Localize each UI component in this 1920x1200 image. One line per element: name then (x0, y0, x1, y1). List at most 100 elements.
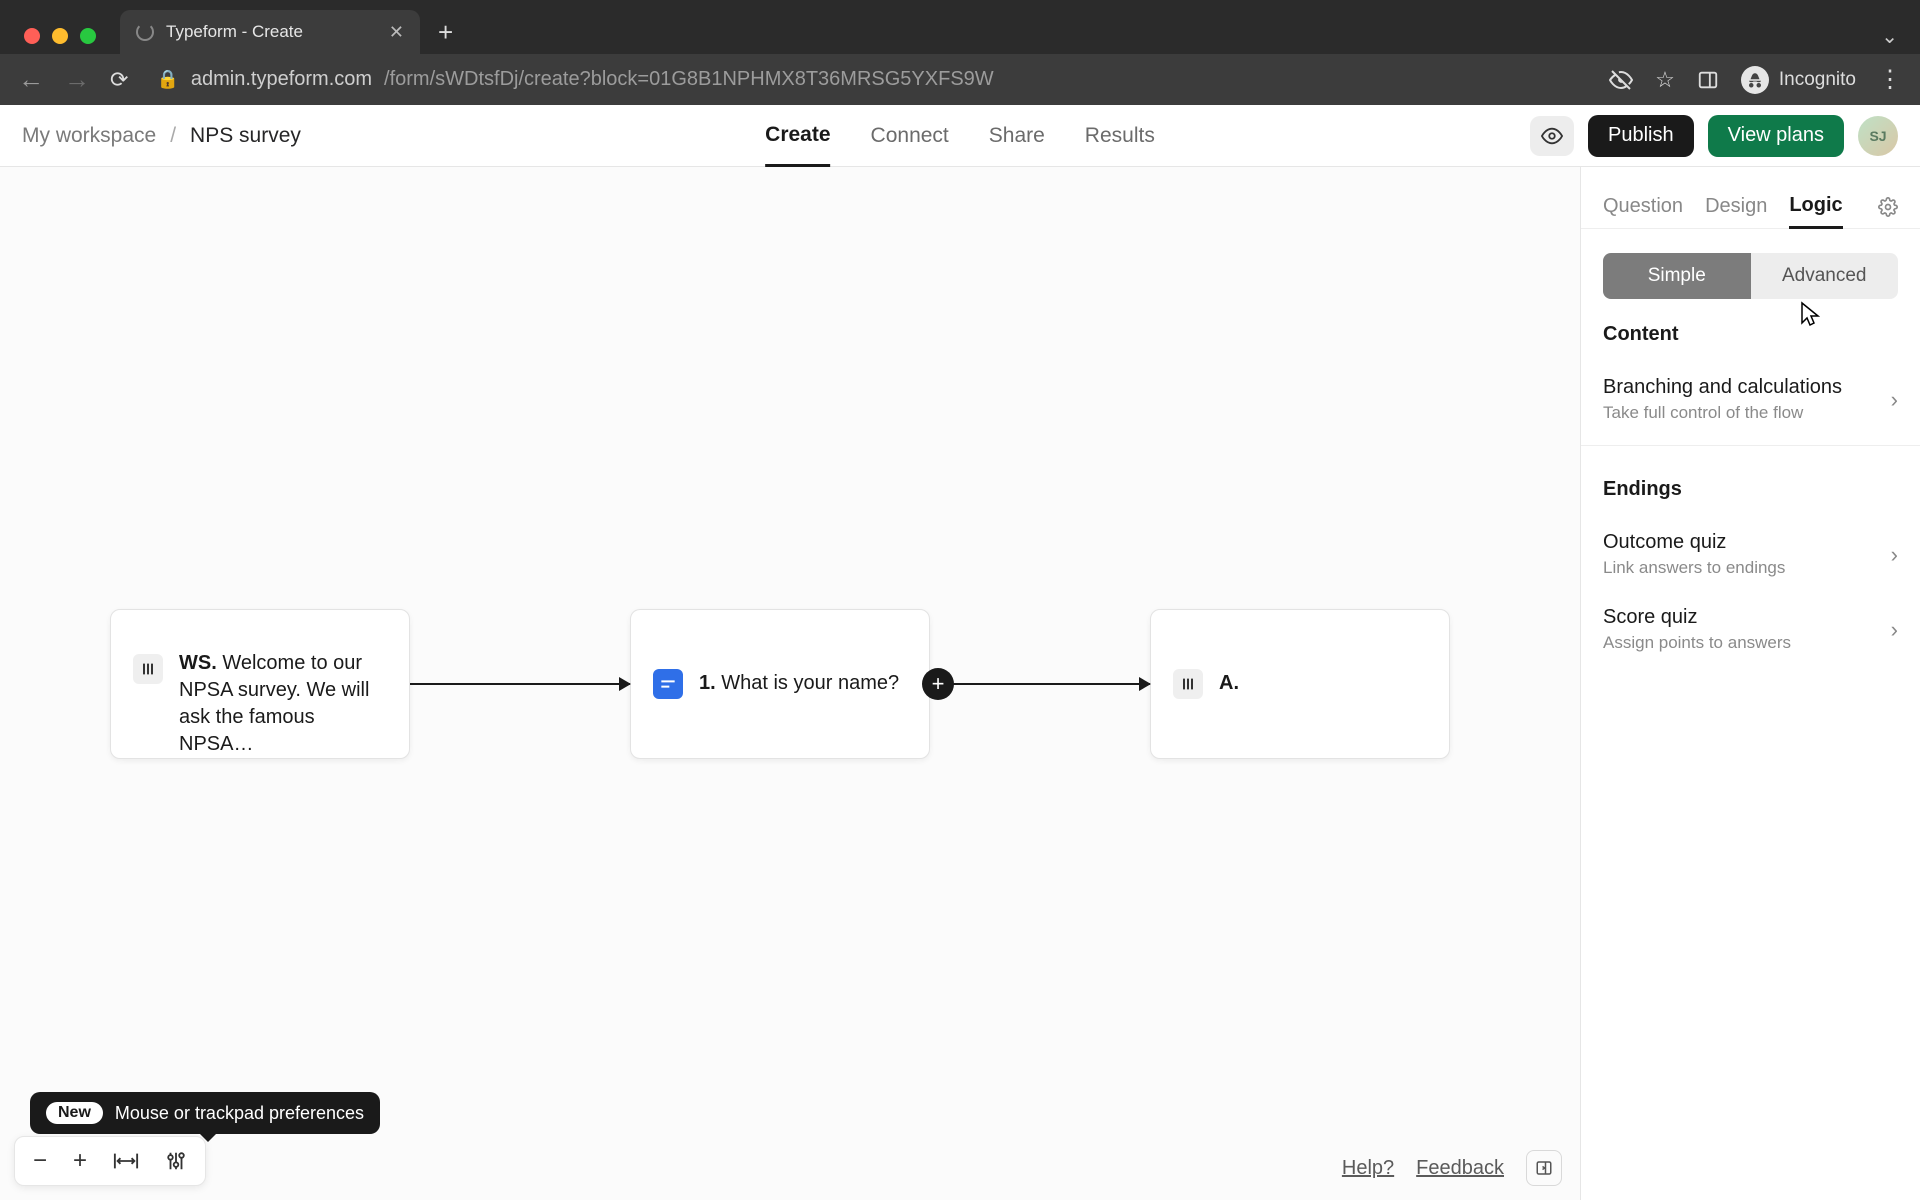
welcome-prefix: WS. (179, 652, 217, 674)
eye-off-icon[interactable] (1609, 68, 1633, 92)
incognito-icon (1741, 66, 1769, 94)
reload-icon[interactable]: ⟳ (110, 67, 128, 93)
panel-section-endings: Endings (1581, 454, 1920, 517)
help-link[interactable]: Help? (1342, 1157, 1394, 1180)
short-text-icon (653, 669, 683, 699)
window-fullscreen-icon[interactable] (80, 28, 96, 44)
tab-strip: Typeform - Create ✕ + (120, 10, 453, 54)
row-branching[interactable]: Branching and calculations Take full con… (1581, 362, 1920, 437)
panel-settings-button[interactable] (1878, 197, 1898, 217)
preview-button[interactable] (1530, 116, 1574, 156)
address-row: ← → ⟳ 🔒 admin.typeform.com/form/sWDtsfDj… (0, 54, 1920, 105)
browser-tab[interactable]: Typeform - Create ✕ (120, 10, 420, 54)
zoom-in-button[interactable]: + (73, 1147, 87, 1175)
window-controls (24, 28, 96, 44)
incognito-label: Incognito (1779, 69, 1856, 91)
ending-prefix: A. (1219, 672, 1239, 694)
fit-width-button[interactable] (113, 1151, 139, 1171)
view-plans-button[interactable]: View plans (1708, 115, 1844, 157)
tooltip-text: Mouse or trackpad preferences (115, 1103, 364, 1124)
browser-menu-icon[interactable]: ⋮ (1878, 65, 1902, 94)
flow-node-welcome[interactable]: WS. Welcome to our NPSA survey. We will … (110, 609, 410, 759)
question-prefix: 1. (699, 672, 716, 694)
ending-icon (1173, 669, 1203, 699)
incognito-indicator[interactable]: Incognito (1741, 66, 1856, 94)
question-text: What is your name? (721, 672, 899, 694)
panel-tab-question[interactable]: Question (1603, 185, 1683, 229)
browser-chrome: Typeform - Create ✕ + ⌄ ← → ⟳ 🔒 admin.ty… (0, 0, 1920, 105)
flow-node-ending[interactable]: A. (1150, 609, 1450, 759)
preferences-button[interactable] (165, 1150, 187, 1172)
url-host: admin.typeform.com (191, 68, 372, 91)
chevron-right-icon: › (1891, 542, 1898, 568)
right-panel: Question Design Logic Simple Advanced Co… (1580, 167, 1920, 1200)
main-layout: WS. Welcome to our NPSA survey. We will … (0, 167, 1920, 1200)
chevron-right-icon: › (1891, 617, 1898, 643)
logic-canvas[interactable]: WS. Welcome to our NPSA survey. We will … (0, 167, 1580, 1200)
tab-results[interactable]: Results (1085, 105, 1155, 167)
canvas-footer: Help? Feedback (1342, 1150, 1562, 1186)
app-root: My workspace / NPS survey Create Connect… (0, 105, 1920, 1200)
nav-back-icon[interactable]: ← (18, 64, 44, 95)
flow-node-question-1[interactable]: 1. What is your name? (630, 609, 930, 759)
welcome-node-text: WS. Welcome to our NPSA survey. We will … (179, 650, 387, 758)
header-right: Publish View plans SJ (1530, 115, 1898, 157)
url-path: /form/sWDtsfDj/create?block=01G8B1NPHMX8… (384, 68, 994, 91)
branching-sub: Take full control of the flow (1603, 403, 1842, 423)
collapse-panel-button[interactable] (1526, 1150, 1562, 1186)
zoom-out-button[interactable]: − (33, 1147, 47, 1175)
chrome-right-controls: ☆ Incognito ⋮ (1609, 65, 1902, 94)
tab-share[interactable]: Share (989, 105, 1045, 167)
question-node-text: 1. What is your name? (699, 670, 899, 697)
nav-forward-icon[interactable]: → (64, 64, 90, 95)
segment-simple[interactable]: Simple (1603, 253, 1751, 299)
breadcrumb-separator: / (170, 124, 176, 148)
outcome-title: Outcome quiz (1603, 531, 1785, 554)
lock-icon: 🔒 (156, 69, 178, 90)
loading-spinner-icon (136, 23, 154, 41)
window-close-icon[interactable] (24, 28, 40, 44)
panel-tab-logic[interactable]: Logic (1789, 185, 1842, 229)
welcome-screen-icon (133, 654, 163, 684)
address-bar[interactable]: 🔒 admin.typeform.com/form/sWDtsfDj/creat… (156, 68, 993, 91)
section-content-title: Content (1603, 323, 1898, 346)
add-block-button[interactable]: + (922, 668, 954, 700)
flow-connector (410, 683, 630, 685)
outcome-sub: Link answers to endings (1603, 558, 1785, 578)
tooltip-badge: New (46, 1102, 103, 1124)
tab-close-icon[interactable]: ✕ (389, 22, 404, 43)
panel-icon[interactable] (1697, 69, 1719, 91)
flow-connector (930, 683, 1150, 685)
publish-button[interactable]: Publish (1588, 115, 1694, 157)
chevron-right-icon: › (1891, 387, 1898, 413)
tab-create[interactable]: Create (765, 105, 830, 167)
panel-tabs: Question Design Logic (1581, 167, 1920, 229)
eye-icon (1541, 125, 1563, 147)
zoom-toolbar: − + (14, 1136, 206, 1186)
main-tabs: Create Connect Share Results (765, 105, 1155, 167)
chrome-expand-icon[interactable]: ⌄ (1881, 24, 1898, 49)
row-score-quiz[interactable]: Score quiz Assign points to answers › (1581, 592, 1920, 667)
section-endings-title: Endings (1603, 478, 1898, 501)
breadcrumb-form-name[interactable]: NPS survey (190, 124, 301, 148)
feedback-link[interactable]: Feedback (1416, 1157, 1504, 1180)
score-sub: Assign points to answers (1603, 633, 1791, 653)
branching-title: Branching and calculations (1603, 376, 1842, 399)
new-tab-button[interactable]: + (438, 17, 453, 48)
flow-row: WS. Welcome to our NPSA survey. We will … (110, 609, 1450, 759)
panel-section-content: Content (1581, 299, 1920, 362)
segment-advanced[interactable]: Advanced (1751, 253, 1899, 299)
divider (1581, 445, 1920, 446)
avatar[interactable]: SJ (1858, 116, 1898, 156)
window-minimize-icon[interactable] (52, 28, 68, 44)
row-outcome-quiz[interactable]: Outcome quiz Link answers to endings › (1581, 517, 1920, 592)
app-header: My workspace / NPS survey Create Connect… (0, 105, 1920, 167)
bookmark-star-icon[interactable]: ☆ (1655, 67, 1675, 93)
score-title: Score quiz (1603, 606, 1791, 629)
tab-connect[interactable]: Connect (871, 105, 949, 167)
breadcrumb-workspace[interactable]: My workspace (22, 124, 156, 148)
breadcrumb: My workspace / NPS survey (22, 124, 301, 148)
ending-node-text: A. (1219, 670, 1239, 697)
tooltip-preferences: New Mouse or trackpad preferences (30, 1092, 380, 1134)
panel-tab-design[interactable]: Design (1705, 185, 1767, 229)
